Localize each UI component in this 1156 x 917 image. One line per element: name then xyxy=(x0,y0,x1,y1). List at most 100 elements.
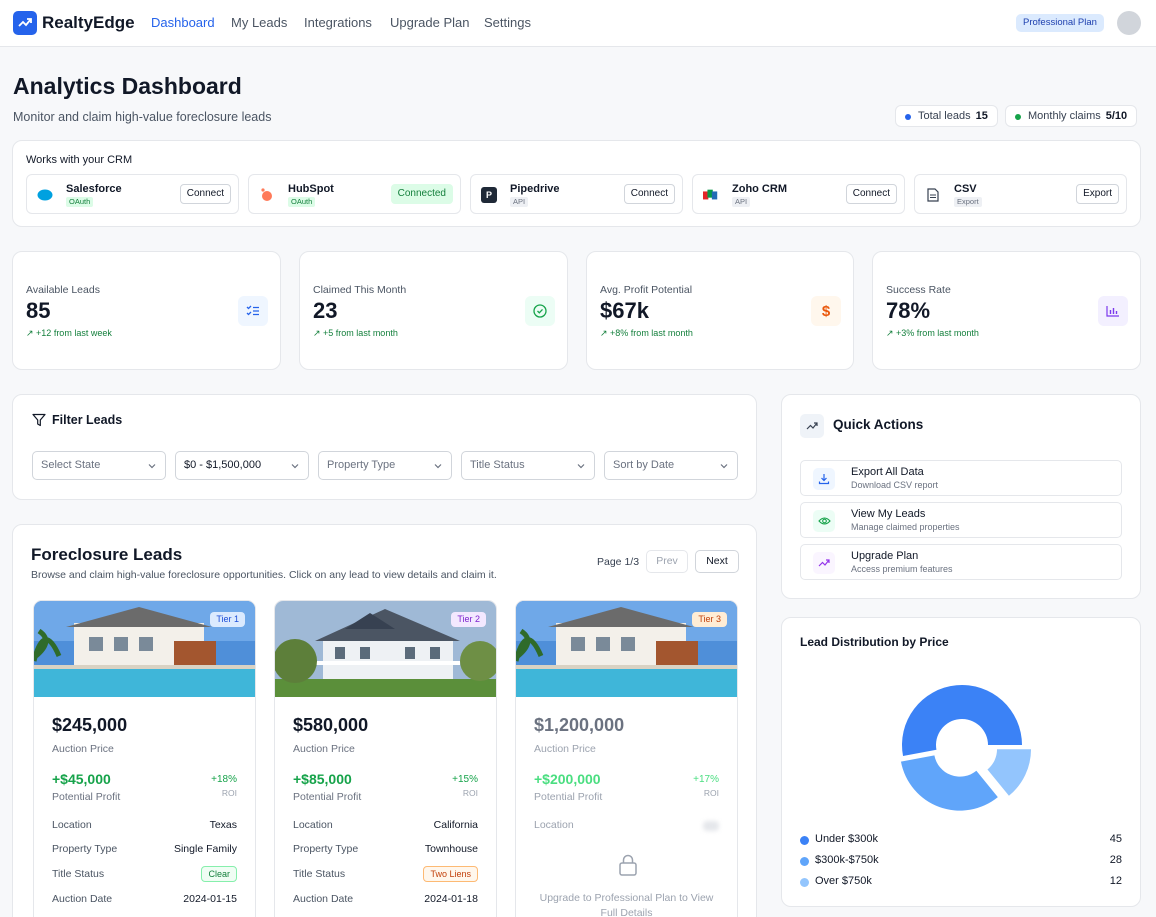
total-leads-value: 15 xyxy=(975,110,988,122)
roi-value: +15% xyxy=(452,774,478,785)
crm-pipedrive: P Pipedrive API Connect xyxy=(470,174,683,214)
state-select[interactable]: Select State xyxy=(32,451,166,480)
roi-label: ROI xyxy=(703,788,719,798)
total-leads-label: Total leads xyxy=(918,110,971,122)
blue-dot-icon xyxy=(905,114,911,120)
potential-profit-value: +$200,000 xyxy=(534,771,601,787)
property-type-row: Property Type Single Family xyxy=(52,843,237,857)
select-value: Property Type xyxy=(327,459,396,471)
nav-my-leads[interactable]: My Leads xyxy=(231,15,287,30)
avatar[interactable] xyxy=(1117,11,1141,35)
stat-value: 23 xyxy=(313,298,338,323)
trend-up-icon xyxy=(813,552,835,574)
roi-value: +17% xyxy=(693,774,719,785)
select-value: Select State xyxy=(41,459,101,471)
tier-badge: Tier 1 xyxy=(210,612,245,627)
auction-date-row: Auction Date 2024-01-18 xyxy=(293,893,478,907)
upgrade-message[interactable]: Upgrade to Professional Plan to View Ful… xyxy=(534,891,719,917)
pipedrive-connect-button[interactable]: Connect xyxy=(623,184,675,204)
leads-title: Foreclosure Leads xyxy=(31,545,183,564)
crm-name: Pipedrive xyxy=(510,183,560,195)
chevron-down-icon xyxy=(434,464,442,469)
view-my-leads-button[interactable]: View My Leads Manage claimed properties xyxy=(800,502,1122,538)
title-status-row: Title Status Two Liens xyxy=(293,866,478,882)
logo-icon[interactable] xyxy=(13,11,37,35)
roi-value: +18% xyxy=(211,774,237,785)
crm-name: Zoho CRM xyxy=(732,183,787,195)
legend-swatch xyxy=(800,836,809,845)
row-label: Location xyxy=(293,819,333,831)
row-value: 2024-01-18 xyxy=(424,893,478,905)
brand-name[interactable]: RealtyEdge xyxy=(42,13,135,33)
next-button[interactable]: Next xyxy=(695,550,739,573)
crm-salesforce: Salesforce OAuth Connect xyxy=(26,174,239,214)
crm-tag: Export xyxy=(954,197,982,207)
price-range-select[interactable]: $0 - $1,500,000 xyxy=(175,451,309,480)
distribution-title: Lead Distribution by Price xyxy=(800,635,949,649)
lead-card[interactable]: Tier 1 $245,000 Auction Price +$45,000 P… xyxy=(33,600,256,917)
action-title: View My Leads xyxy=(851,508,926,520)
crm-zoho: Zoho CRM API Connect xyxy=(692,174,905,214)
title-status-select[interactable]: Title Status xyxy=(461,451,595,480)
row-value: Single Family xyxy=(173,843,237,855)
stat-change: ↗ +5 from last month xyxy=(313,328,398,338)
legend-item: Under $300k 45 xyxy=(800,833,1122,847)
salesforce-connect-button[interactable]: Connect xyxy=(179,184,231,204)
stat-card-claimed: Claimed This Month 23 ↗ +5 from last mon… xyxy=(299,251,568,370)
filter-title-text: Filter Leads xyxy=(52,413,123,427)
crm-csv: CSV Export Export xyxy=(914,174,1127,214)
row-label: Property Type xyxy=(293,843,359,855)
upgrade-plan-button[interactable]: Upgrade Plan Access premium features xyxy=(800,544,1122,580)
hubspot-connected-button[interactable]: Connected xyxy=(390,184,453,204)
chevron-down-icon xyxy=(577,464,585,469)
auction-date-row: Auction Date 2024-01-15 xyxy=(52,893,237,907)
property-type-select[interactable]: Property Type xyxy=(318,451,452,480)
csv-export-button[interactable]: Export xyxy=(1076,184,1119,204)
row-value: 2024-01-15 xyxy=(183,893,237,905)
legend-swatch xyxy=(800,878,809,887)
quick-actions-card: Quick Actions Export All Data Download C… xyxy=(781,394,1141,599)
stat-change-text: +8% from last month xyxy=(610,328,693,338)
zoho-connect-button[interactable]: Connect xyxy=(845,184,897,204)
auction-price-value: $245,000 xyxy=(52,715,128,735)
nav-upgrade-plan[interactable]: Upgrade Plan xyxy=(390,15,470,30)
lock-icon xyxy=(619,854,637,876)
stat-value: $67k xyxy=(600,298,649,323)
export-all-data-button[interactable]: Export All Data Download CSV report xyxy=(800,460,1122,496)
legend-item: $300k-$750k 28 xyxy=(800,854,1122,868)
auction-price-value: $580,000 xyxy=(293,715,369,735)
crm-name: CSV xyxy=(954,183,977,195)
row-value: Texas xyxy=(209,819,237,831)
legend-label: $300k-$750k xyxy=(815,854,879,866)
nav-settings[interactable]: Settings xyxy=(484,15,531,30)
hubspot-icon xyxy=(259,187,275,203)
row-label: Auction Date xyxy=(52,893,113,905)
action-subtitle: Manage claimed properties xyxy=(851,522,960,532)
property-type-row: Property Type Townhouse xyxy=(293,843,478,857)
lead-card[interactable]: Tier 2 $580,000 Auction Price +$85,000 P… xyxy=(274,600,497,917)
zoho-icon xyxy=(703,187,719,203)
stat-change: ↗ +8% from last month xyxy=(600,328,693,338)
row-label: Location xyxy=(52,819,92,831)
row-value: Townhouse xyxy=(424,843,478,855)
location-row: Location California xyxy=(293,819,478,833)
prev-button[interactable]: Prev xyxy=(646,550,688,573)
sort-select[interactable]: Sort by Date xyxy=(604,451,738,480)
file-icon xyxy=(925,187,941,203)
row-label: Auction Date xyxy=(293,893,354,905)
legend-value: 45 xyxy=(1109,833,1122,845)
stat-card-success-rate: Success Rate 78% ↗ +3% from last month xyxy=(872,251,1141,370)
pie-slice xyxy=(902,685,1022,757)
leads-subtitle: Browse and claim high-value foreclosure … xyxy=(31,569,497,581)
nav-integrations[interactable]: Integrations xyxy=(304,15,372,30)
action-title: Export All Data xyxy=(851,466,924,478)
nav-dashboard[interactable]: Dashboard xyxy=(151,15,215,30)
crm-tag: OAuth xyxy=(66,197,94,207)
salesforce-icon xyxy=(37,187,53,203)
potential-profit-label: Potential Profit xyxy=(52,791,121,803)
stat-value: 85 xyxy=(26,298,51,323)
lead-card-locked[interactable]: Tier 3 $1,200,000 Auction Price +$200,00… xyxy=(515,600,738,917)
crm-integrations-card: Works with your CRM Salesforce OAuth Con… xyxy=(12,140,1141,227)
legend-swatch xyxy=(800,857,809,866)
dollar-icon: $ xyxy=(811,296,841,326)
